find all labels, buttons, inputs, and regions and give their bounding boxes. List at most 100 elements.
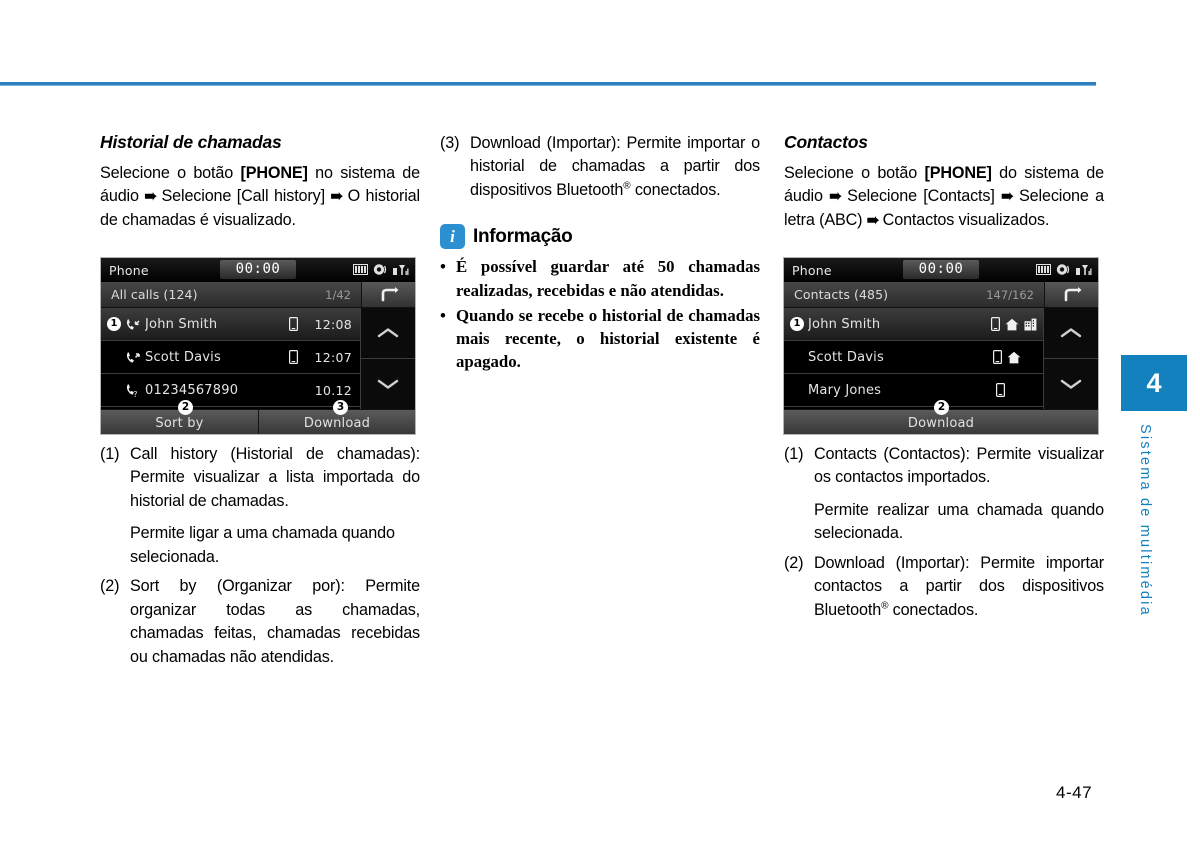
contacts-list: 1 John Smith Scott Davis Mary Jones [784, 308, 1043, 409]
table-row[interactable]: 1 John Smith 12:08 [101, 308, 360, 341]
page-title-call-history: Historial de chamadas [100, 132, 282, 152]
call-list-title: All calls (124) [111, 287, 198, 302]
call-history-intro-paragraph: Selecione o botão [PHONE] no sistema de … [100, 162, 420, 232]
signal-strength-icon [393, 264, 409, 275]
scroll-up-button[interactable] [1044, 308, 1098, 359]
scroll-controls [360, 308, 415, 409]
back-button[interactable] [361, 282, 415, 307]
call-list: 1 John Smith 12:08 Scott Davis 12:07 ? 0… [101, 308, 360, 409]
arrow-icon: ➠ [866, 211, 880, 229]
intro-text-5: Contactos visualizados. [878, 210, 1050, 229]
chevron-down-icon [377, 379, 399, 389]
callout-badge-2: 2 [934, 400, 949, 415]
contacts-list-title: Contacts (485) [794, 287, 889, 302]
chevron-up-icon [1060, 328, 1082, 338]
mobile-phone-icon [996, 383, 1005, 397]
back-arrow-icon [1064, 286, 1081, 301]
call-history-item-list: (1) Call history (Historial de chamadas)… [100, 443, 420, 669]
contacts-intro-paragraph: Selecione o botão [PHONE] do sistema de … [784, 162, 1104, 232]
arrow-icon: ➠ [144, 188, 157, 206]
middle-column: (3) Download (Importar): Permite importa… [440, 132, 760, 375]
device-status-title: Phone [792, 262, 832, 278]
scroll-up-button[interactable] [361, 308, 415, 359]
device-clock: 00:00 [220, 260, 296, 279]
device-sub-header: Contacts (485) 147/162 [784, 282, 1098, 308]
back-button[interactable] [1044, 282, 1098, 307]
device-status-bar: Phone 00:00 [784, 258, 1098, 282]
headset-audio-icon [1056, 264, 1070, 275]
contact-name: Scott Davis [145, 349, 221, 365]
home-icon [1007, 351, 1021, 363]
contact-name: John Smith [145, 316, 218, 332]
intro-text-1: Selecione o botão [784, 164, 925, 182]
list-item: (1) Call history (Historial de chamadas)… [100, 443, 420, 513]
office-icon [1024, 318, 1037, 330]
scroll-controls [1043, 308, 1098, 409]
list-item-marker: (2) [784, 553, 804, 572]
list-item-marker: (3) [440, 134, 460, 152]
contact-number: 01234567890 [145, 382, 239, 398]
page-number: 4-47 [1056, 783, 1093, 802]
list-item: (2) Sort by (Organizar por): Permite org… [100, 575, 420, 669]
table-row[interactable]: 1 John Smith [784, 308, 1043, 341]
callout-badge-1: 1 [107, 317, 121, 331]
scroll-down-button[interactable] [1044, 359, 1098, 409]
row-device-icons [289, 317, 304, 331]
sim-card-icon [353, 264, 368, 275]
missed-call-icon: ? [125, 382, 142, 398]
arrow-icon: ➠ [1001, 188, 1014, 206]
contacts-list-body: 1 John Smith Scott Davis Mary Jones [784, 308, 1098, 409]
list-item-subtext: Permite ligar a uma chamada quando selec… [130, 524, 395, 566]
call-list-page-count: 1/42 [325, 287, 351, 302]
back-arrow-icon [381, 286, 398, 301]
device-status-title: Phone [109, 262, 149, 278]
list-item-subtext: Permite realizar uma chamada quando sele… [814, 500, 1104, 543]
header-rule [0, 82, 1096, 86]
arrow-icon: ➠ [829, 188, 842, 206]
callout-badge-placeholder [790, 383, 804, 397]
callout-badge-placeholder [107, 383, 121, 397]
sort-by-button[interactable]: Sort by [101, 410, 258, 434]
contacts-item-list: (1) Contacts (Contactos): Permite visual… [784, 443, 1104, 622]
contact-name: John Smith [808, 316, 881, 332]
table-row[interactable]: ? 01234567890 10.12 [101, 374, 360, 407]
callout-badge-2: 2 [178, 400, 193, 415]
list-item-marker: (2) [100, 577, 120, 596]
table-row[interactable]: Scott Davis [784, 341, 1043, 374]
list-item-text: Call history (Historial de chamadas): Pe… [130, 444, 420, 510]
chapter-tab-label: Sistema de multimédia [1137, 424, 1153, 617]
signal-strength-icon [1076, 264, 1092, 275]
bullet-item: • É possível guardar até 50 chamadas rea… [440, 255, 760, 301]
table-row[interactable]: Scott Davis 12:07 [101, 341, 360, 374]
bullet-item: • Quando se recebe o historial de chamad… [440, 304, 760, 374]
contact-name: Mary Jones [808, 382, 882, 398]
contacts-screenshot: Phone 00:00 Contacts (485) 147/162 1 Joh… [783, 257, 1099, 435]
device-sub-header: All calls (124) 1/42 [101, 282, 415, 308]
row-device-icons [289, 350, 304, 364]
info-icon: i [440, 224, 465, 250]
call-time: 12:08 [314, 316, 352, 332]
phone-button-ref: [PHONE] [924, 164, 992, 182]
outgoing-call-icon [125, 350, 142, 365]
bullet-dot-icon: • [440, 257, 446, 277]
chevron-up-icon [377, 328, 399, 338]
callout-badge-placeholder [790, 350, 804, 364]
list-item: (3) Download (Importar): Permite importa… [440, 132, 760, 202]
intro-text-3: Selecione [Call history] [155, 187, 331, 206]
scroll-down-button[interactable] [361, 359, 415, 409]
callout-badge-3: 3 [333, 400, 348, 415]
list-item-text: Download (Importar): Permite importar o … [470, 132, 760, 202]
row-device-icons [996, 383, 1043, 397]
information-box-bullets: • É possível guardar até 50 chamadas rea… [440, 255, 760, 373]
row-device-icons [991, 317, 1043, 331]
sim-card-icon [1036, 264, 1051, 275]
mobile-phone-icon [289, 317, 298, 331]
mobile-phone-icon [993, 350, 1002, 364]
callout-badge-placeholder [107, 350, 121, 364]
phone-button-ref: [PHONE] [240, 164, 308, 182]
mobile-phone-icon [289, 350, 298, 364]
device-footer-buttons: Sort by Download [101, 409, 415, 434]
table-row[interactable]: Mary Jones [784, 374, 1043, 407]
list-item-text: Contacts (Contactos): Permite visualizar… [814, 444, 1104, 487]
svg-text:?: ? [133, 390, 137, 398]
